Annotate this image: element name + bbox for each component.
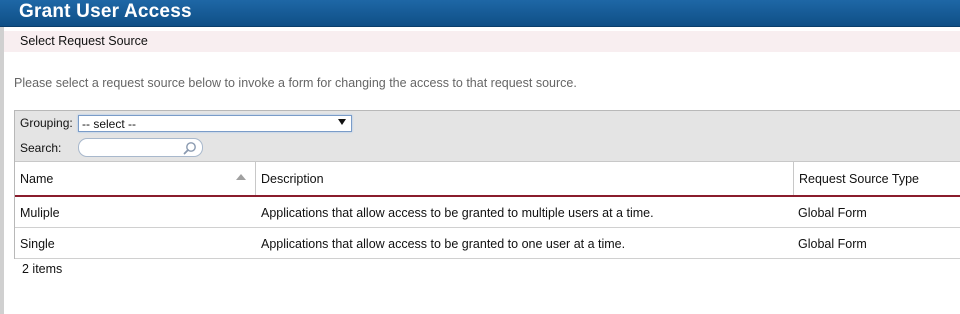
section-title: Select Request Source bbox=[20, 34, 148, 48]
left-border bbox=[0, 26, 4, 314]
column-header-name[interactable]: Name bbox=[15, 162, 256, 195]
grouping-select[interactable]: -- select -- bbox=[78, 115, 352, 132]
grouping-label: Grouping: bbox=[20, 116, 73, 130]
row-name: Single bbox=[20, 237, 55, 251]
row-type: Global Form bbox=[798, 206, 867, 220]
instructions-text: Please select a request source below to … bbox=[14, 76, 577, 90]
search-input[interactable] bbox=[78, 138, 203, 157]
title-bar: Grant User Access bbox=[0, 0, 960, 27]
section-header: Select Request Source bbox=[4, 31, 960, 52]
table-header: Name Description Request Source Type bbox=[15, 161, 960, 197]
column-header-description[interactable]: Description bbox=[256, 162, 794, 195]
search-icon[interactable] bbox=[183, 141, 197, 155]
dropdown-arrow-icon bbox=[338, 119, 346, 125]
search-label: Search: bbox=[20, 141, 62, 155]
column-header-request-source-type[interactable]: Request Source Type bbox=[794, 162, 960, 195]
table-row[interactable]: Single Applications that allow access to… bbox=[15, 228, 960, 259]
item-count: 2 items bbox=[22, 262, 63, 276]
grouping-select-value: -- select -- bbox=[82, 117, 136, 131]
sort-ascending-icon bbox=[236, 174, 246, 180]
table-row[interactable]: Muliple Applications that allow access t… bbox=[15, 197, 960, 228]
row-type: Global Form bbox=[798, 237, 867, 251]
page-title: Grant User Access bbox=[19, 1, 192, 22]
filter-panel: Grouping: -- select -- Search: bbox=[14, 110, 960, 162]
row-description: Applications that allow access to be gra… bbox=[261, 206, 654, 220]
request-source-table: Name Description Request Source Type Mul… bbox=[14, 161, 960, 259]
row-description: Applications that allow access to be gra… bbox=[261, 237, 626, 251]
row-name: Muliple bbox=[20, 206, 60, 220]
